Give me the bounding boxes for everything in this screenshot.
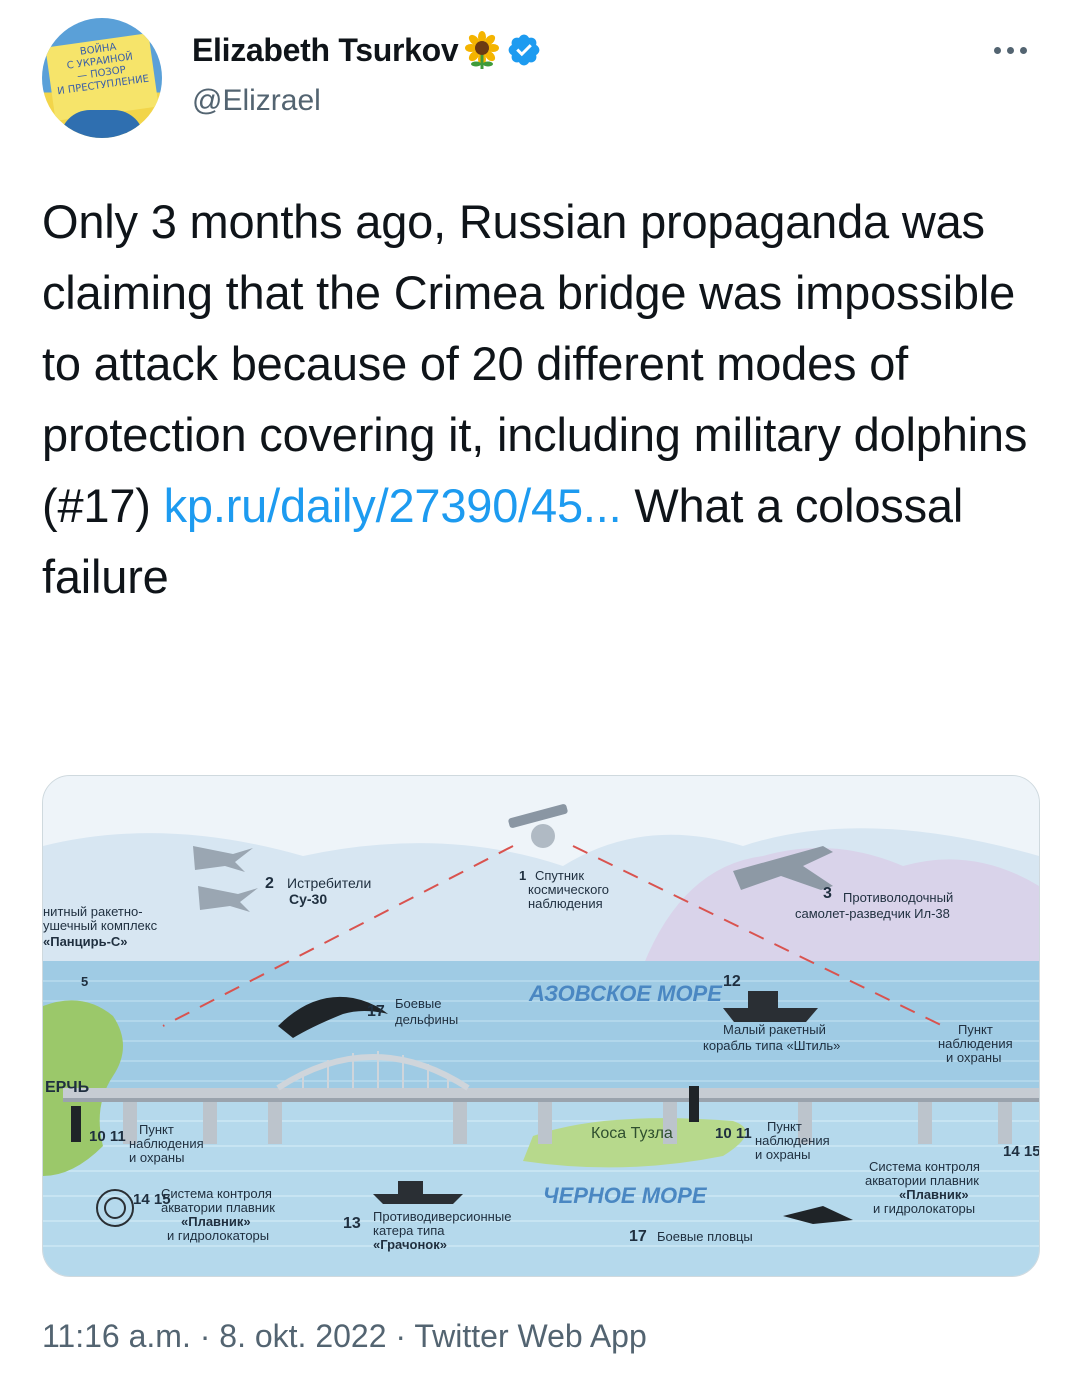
label-text: и гидролокаторы [873,1201,975,1216]
label-num: 5 [81,974,88,989]
label-text: «Плавник» [899,1187,969,1202]
label-text: наблюдения [755,1133,830,1148]
tweet-text: Only 3 months ago, Russian propaganda wa… [42,186,1042,612]
label-text: Система контроля [161,1186,272,1201]
label-text: наблюдения [129,1136,204,1151]
label-text: акватории плавник [161,1200,275,1215]
label-text: Истребители [287,875,371,891]
tweet-meta: 11:16 a.m. · 8. okt. 2022 · Twitter Web … [42,1318,647,1355]
avatar[interactable]: ВОЙНА С УКРАИНОЙ — ПОЗОР И ПРЕСТУПЛЕНИЕ [42,18,162,138]
label-text: и охраны [129,1150,184,1165]
label-text: «Грачонок» [373,1237,447,1252]
label-text: космического [528,882,609,897]
label-text: Противодиверсионные [373,1209,511,1224]
label-text: корабль типа «Штиль» [703,1038,840,1053]
tweet-source: Twitter Web App [414,1318,647,1354]
tweet-header: ВОЙНА С УКРАИНОЙ — ПОЗОР И ПРЕСТУПЛЕНИЕ … [42,18,1038,138]
label-text: Система контроля [869,1159,980,1174]
label-text: Пункт [958,1022,993,1037]
label-num: 2 [265,875,274,892]
label-text: наблюдения [528,896,603,911]
label-text: наблюдения [938,1036,1013,1051]
more-options-icon[interactable] [994,40,1034,60]
city-label: ЕРЧЬ [45,1079,89,1096]
label-text: дельфины [395,1012,458,1027]
label-num: 3 [823,885,832,902]
label-text: и охраны [755,1147,810,1162]
label-text: «Плавник» [181,1214,251,1229]
label-text: Боевые пловцы [657,1229,753,1244]
author-name-row[interactable]: Elizabeth Tsurkov [192,30,542,70]
display-name[interactable]: Elizabeth Tsurkov [192,32,459,69]
label-num: 10 11 [715,1125,752,1142]
label-text: Су-30 [289,891,327,907]
separator: · [386,1318,415,1354]
label-text: Пункт [139,1122,174,1137]
label-text: самолет-разведчик Ил-38 [795,906,950,921]
label-num: 12 [723,973,741,990]
label-text: катера типа [373,1223,445,1238]
label-text: и гидролокаторы [167,1228,269,1243]
tweet-link[interactable]: kp.ru/daily/27390/45... [164,479,622,532]
label-text: акватории плавник [865,1173,979,1188]
label-num: 14 15 [1003,1143,1039,1160]
label-text: ушечный комплекс [43,918,158,933]
separator: · [190,1318,220,1354]
spit-label: Коса Тузла [591,1125,673,1142]
label-num: 17 [629,1228,647,1245]
tweet-media-image[interactable]: 1 Спутник космического наблюдения 2 Истр… [42,775,1040,1277]
label-text: и охраны [946,1050,1001,1065]
label-text: Спутник [535,868,584,883]
label-text: Малый ракетный [723,1022,826,1037]
label-num: 17 [367,1003,385,1020]
label-text: «Панцирь-С» [43,934,128,949]
dot [1020,46,1027,54]
label-text: Противолодочный [843,890,953,905]
dot [994,46,1001,54]
label-text: Боевые [395,996,441,1011]
label-text: нитный ракетно- [43,904,143,919]
label-num: 10 11 [89,1128,126,1145]
sea-label-azov: АЗОВСКОЕ МОРЕ [528,981,723,1006]
sea-label-black: ЧЕРНОЕ МОРЕ [543,1183,708,1208]
author-handle[interactable]: @Elizrael [192,84,321,118]
avatar-sign: ВОЙНА С УКРАИНОЙ — ПОЗОР И ПРЕСТУПЛЕНИЕ [45,33,159,121]
label-num: 13 [343,1215,361,1232]
tweet-date[interactable]: 8. okt. 2022 [219,1318,386,1354]
avatar-shirt [60,110,144,138]
label-text: Пункт [767,1119,802,1134]
label-num: 1 [519,868,526,883]
infographic: 1 Спутник космического наблюдения 2 Истр… [43,776,1039,1276]
tweet-time[interactable]: 11:16 a.m. [42,1318,191,1354]
sunflower-icon [465,31,500,69]
verified-badge-icon [509,34,540,66]
dot [1007,46,1014,54]
